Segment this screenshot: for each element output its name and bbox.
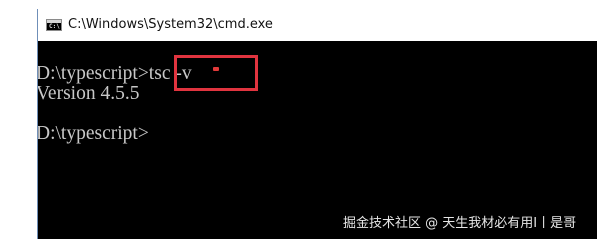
console-area[interactable]: D:\typescript>tsc -v Version 4.5.5 D:\ty… <box>38 41 597 239</box>
watermark: 掘金技术社区 @ 天生我材必有用I丨是哥 <box>343 216 577 231</box>
cmd-icon-label: C:\ <box>49 23 60 30</box>
title-bar[interactable]: C:\ C:\Windows\System32\cmd.exe <box>38 9 597 41</box>
cmd-window[interactable]: C:\ C:\Windows\System32\cmd.exe D:\types… <box>37 9 597 239</box>
console-line-command: D:\typescript>tsc -v <box>37 63 192 84</box>
console-line-prompt: D:\typescript> <box>37 123 149 144</box>
console-line-output: Version 4.5.5 <box>37 83 140 104</box>
annotation-mark <box>213 67 219 71</box>
page-margin <box>0 0 37 239</box>
cmd-icon: C:\ <box>46 19 62 31</box>
window-title: C:\Windows\System32\cmd.exe <box>68 17 273 32</box>
annotation-highlight-box <box>174 55 258 91</box>
